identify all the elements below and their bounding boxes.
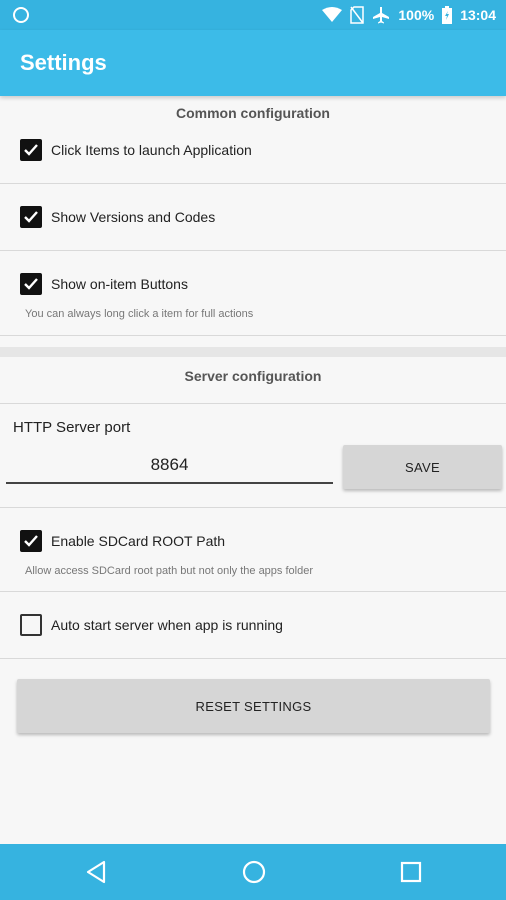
divider: [0, 403, 506, 404]
recents-icon[interactable]: [400, 860, 422, 884]
reset-settings-button[interactable]: RESET SETTINGS: [17, 679, 490, 733]
show-buttons-checkbox[interactable]: [20, 273, 42, 295]
status-bar: 100% 13:04: [0, 0, 506, 30]
app-bar: Settings: [0, 30, 506, 96]
sdcard-root-hint: Allow access SDCard root path but not on…: [25, 565, 313, 577]
setting-show-versions[interactable]: Show Versions and Codes: [20, 206, 215, 228]
auto-start-label: Auto start server when app is running: [51, 617, 283, 633]
show-buttons-hint: You can always long click a item for ful…: [25, 308, 254, 320]
show-versions-checkbox[interactable]: [20, 206, 42, 228]
battery-percent: 100%: [398, 7, 435, 23]
setting-click-items[interactable]: Click Items to launch Application: [20, 139, 252, 161]
setting-auto-start[interactable]: Auto start server when app is running: [20, 614, 283, 636]
show-buttons-label: Show on-item Buttons: [51, 276, 188, 292]
click-items-checkbox[interactable]: [20, 139, 42, 161]
divider: [0, 250, 506, 251]
setting-sdcard-root[interactable]: Enable SDCard ROOT Path: [20, 530, 225, 552]
auto-start-checkbox[interactable]: [20, 614, 42, 636]
divider: [0, 507, 506, 508]
divider: [0, 183, 506, 184]
clock: 13:04: [460, 7, 496, 23]
save-button-label: SAVE: [405, 459, 440, 475]
divider: [0, 335, 506, 336]
navigation-bar: [0, 844, 506, 900]
battery-icon: [442, 6, 453, 24]
save-button[interactable]: SAVE: [343, 445, 502, 489]
divider: [0, 591, 506, 592]
page-title: Settings: [20, 50, 107, 75]
divider: [0, 658, 506, 659]
common-section-title: Common configuration: [176, 105, 330, 121]
reset-settings-label: RESET SETTINGS: [195, 698, 312, 714]
home-icon[interactable]: [242, 860, 266, 884]
airplane-icon: [373, 7, 390, 24]
status-icons: 100% 13:04: [322, 0, 496, 30]
sync-icon: [13, 7, 29, 23]
section-gap: [0, 347, 506, 357]
no-sim-icon: [350, 6, 365, 24]
setting-show-buttons[interactable]: Show on-item Buttons: [20, 273, 188, 295]
port-label: HTTP Server port: [13, 419, 131, 436]
back-icon[interactable]: [85, 860, 107, 884]
sdcard-root-label: Enable SDCard ROOT Path: [51, 533, 226, 549]
wifi-icon: [322, 7, 343, 22]
server-section-title: Server configuration: [184, 368, 322, 384]
show-versions-label: Show Versions and Codes: [51, 209, 216, 225]
sdcard-root-checkbox[interactable]: [20, 530, 42, 552]
port-input[interactable]: [6, 448, 333, 484]
click-items-label: Click Items to launch Application: [51, 142, 252, 158]
